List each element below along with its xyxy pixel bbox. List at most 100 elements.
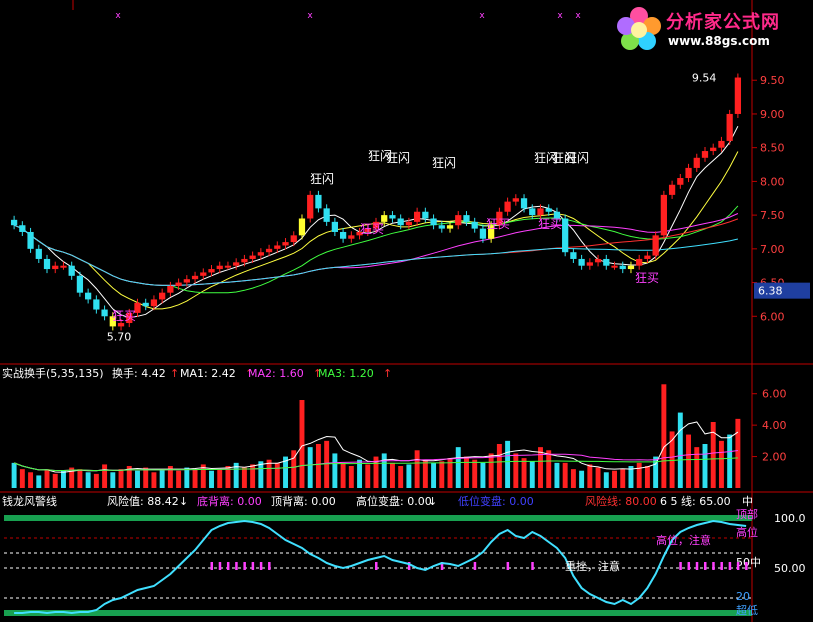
- top-x-marker: x: [557, 11, 563, 21]
- volume-bar: [612, 470, 617, 488]
- candle-body: [644, 255, 651, 259]
- volume-bar: [735, 418, 741, 488]
- candle-body: [93, 299, 100, 310]
- candle-body: [290, 235, 297, 243]
- price-tick-label: 7.50: [760, 209, 785, 222]
- candle-body: [619, 265, 626, 270]
- top-x-marker: x: [115, 11, 121, 21]
- volume-bar: [464, 456, 469, 488]
- volume-bar: [579, 470, 585, 488]
- volume-bar: [85, 472, 91, 488]
- signal-bar: [720, 562, 723, 570]
- candle-body: [405, 221, 413, 226]
- candle-body: [446, 225, 454, 229]
- chart-annotation: 狂闪: [432, 156, 456, 170]
- candle-body: [578, 258, 585, 266]
- indicator-legend-item: 风险线: 80.00: [585, 494, 657, 508]
- candle-body: [224, 265, 232, 268]
- candle-body: [200, 272, 207, 276]
- candle-body: [562, 218, 569, 253]
- volume-legend-item: 换手: 4.42: [112, 366, 166, 380]
- indicator-title: 钱龙风警线: [2, 494, 57, 508]
- candle-body: [265, 248, 273, 253]
- candle-body: [537, 208, 544, 216]
- volume-legend-item: MA2: 1.60: [248, 367, 304, 380]
- candle-body: [27, 231, 34, 249]
- volume-legend-item: MA1: 2.42: [180, 367, 236, 380]
- signal-bar: [736, 562, 740, 570]
- candle-body: [397, 218, 404, 226]
- candle-body: [701, 151, 709, 158]
- volume-bar: [77, 469, 83, 488]
- site-logo: 分析家公式网 www.88gs.com: [614, 4, 810, 56]
- volume-bar: [135, 470, 140, 488]
- signal-bar: [712, 562, 715, 570]
- chart-annotation: 狂买: [360, 222, 384, 236]
- candle-body: [208, 269, 215, 273]
- volume-bar: [151, 472, 157, 488]
- candle-body: [298, 218, 306, 236]
- signal-bar: [695, 562, 699, 570]
- volume-bar: [694, 447, 700, 488]
- volume-tick-label: 2.00: [762, 451, 787, 464]
- candle-body: [307, 194, 314, 219]
- logo-url: www.88gs.com: [668, 34, 770, 48]
- candle-body: [101, 309, 108, 317]
- volume-bar: [60, 470, 66, 488]
- volume-bar: [250, 464, 256, 488]
- top-x-marker: x: [479, 11, 485, 21]
- candle-body: [142, 302, 149, 307]
- candle-body: [545, 208, 552, 212]
- candle-body: [257, 252, 264, 256]
- chart-annotation: 狂闪: [565, 151, 589, 165]
- candle-body: [52, 265, 59, 270]
- candle-body: [718, 140, 725, 148]
- candle-body: [117, 323, 125, 327]
- volume-bar: [570, 469, 576, 488]
- volume-bar: [36, 475, 42, 488]
- volume-bar: [365, 464, 371, 488]
- indicator-side-label: 超低: [736, 603, 758, 617]
- volume-bar: [488, 453, 494, 488]
- volume-title: 实战换手(5,35,135): [2, 366, 104, 380]
- signal-bar: [375, 562, 378, 570]
- risk-value-line: [14, 519, 747, 615]
- volume-tick-label: 4.00: [762, 419, 787, 432]
- volume-bar: [315, 444, 321, 488]
- signal-bar: [218, 562, 222, 570]
- chart-annotation: 狂买: [486, 217, 510, 231]
- candle-body: [463, 215, 470, 222]
- indicator-tick-label: 100.0: [774, 512, 806, 525]
- volume-bar: [718, 440, 724, 488]
- volume-legend-item: MA3: 1.20: [318, 367, 374, 380]
- volume-bar: [44, 469, 50, 488]
- arrow-up-icon: ↑: [170, 367, 179, 380]
- volume-bar: [529, 461, 535, 488]
- signal-bar: [745, 562, 748, 570]
- volume-bar: [217, 469, 223, 488]
- chart-annotation: 狂买: [538, 217, 562, 231]
- signal-bar: [728, 562, 732, 570]
- volume-bar: [389, 462, 395, 488]
- volume-bar: [110, 472, 116, 488]
- arrow-down-icon: ↓: [428, 495, 437, 508]
- candle-body: [627, 265, 635, 270]
- signal-bar: [235, 562, 238, 570]
- candle-body: [85, 292, 92, 300]
- candle-body: [677, 178, 684, 185]
- top-x-marker: x: [307, 11, 313, 21]
- indicator-legend-item: 底背离: 0.00: [197, 494, 262, 508]
- candle-body: [611, 265, 618, 268]
- volume-bar: [52, 473, 58, 488]
- volume-bar: [587, 464, 593, 488]
- volume-bar: [398, 466, 404, 488]
- candle-body: [734, 77, 742, 114]
- volume-bar: [455, 447, 461, 488]
- indicator-legend-item: 高位变盘: 0.00: [356, 494, 432, 508]
- indicator-note: 高位，注意: [656, 533, 711, 547]
- candle-body: [603, 258, 610, 266]
- candle-body: [60, 265, 67, 268]
- volume-bar: [299, 400, 305, 488]
- candle-body: [315, 194, 322, 209]
- indicator-legend-item: 顶背离: 0.00: [271, 494, 336, 508]
